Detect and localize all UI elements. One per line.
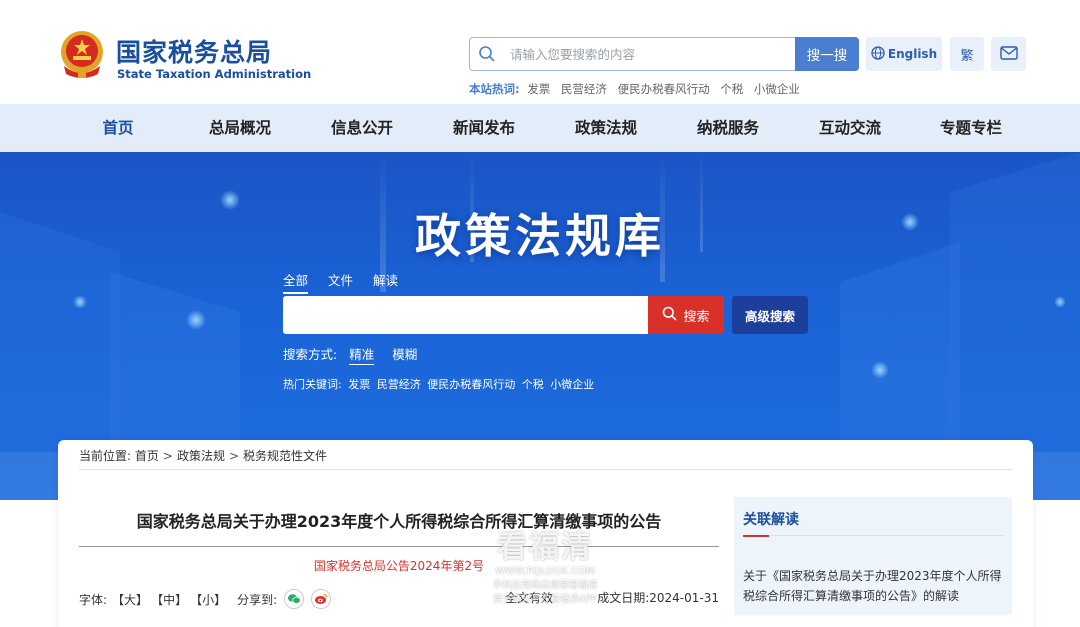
search-mode-fuzzy[interactable]: 模糊: [392, 347, 417, 364]
traditional-chinese-button[interactable]: 繁: [950, 37, 984, 71]
search-mode-label: 搜索方式:: [283, 347, 338, 362]
hot-word-link[interactable]: 个税: [720, 82, 743, 96]
site-logo-title[interactable]: 国家税务总局: [116, 33, 272, 69]
hot-keyword-link[interactable]: 民营经济: [377, 378, 421, 391]
banner-search-tabs: 全部 文件 解读: [283, 270, 414, 294]
breadcrumb-separator: >: [162, 449, 173, 463]
related-interpretation-link[interactable]: 关于《国家税务总局关于办理2023年度个人所得税综合所得汇算清缴事项的公告》的解…: [743, 566, 1005, 606]
nav-item-news[interactable]: 新闻发布: [453, 104, 515, 152]
issue-date-label: 成文日期:: [597, 591, 650, 605]
related-interpretation-title: 关联解读: [743, 512, 799, 528]
search-icon: [478, 45, 496, 63]
main-nav: 首页 总局概况 信息公开 新闻发布 政策法规 纳税服务 互动交流 专题专栏: [0, 104, 1080, 152]
globe-icon: [871, 45, 885, 63]
nav-item-info-disclosure[interactable]: 信息公开: [331, 104, 393, 152]
nav-item-interaction[interactable]: 互动交流: [819, 104, 881, 152]
english-label: English: [887, 47, 938, 61]
hot-keyword-link[interactable]: 小微企业: [550, 378, 594, 391]
hot-word-link[interactable]: 发票: [527, 82, 550, 96]
hot-keyword-link[interactable]: 便民办税春风行动: [427, 378, 515, 391]
breadcrumb: 当前位置: 首页 > 政策法规 > 税务规范性文件: [79, 447, 327, 464]
policy-search-button-label: 搜索: [683, 309, 710, 325]
site-header: 国家税务总局 State Taxation Administration 搜一搜…: [0, 0, 1080, 104]
tab-files[interactable]: 文件: [328, 270, 353, 292]
breadcrumb-label: 当前位置:: [79, 449, 132, 463]
search-mode-exact[interactable]: 精准: [349, 347, 375, 365]
advanced-search-button[interactable]: 高级搜索: [732, 296, 808, 334]
banner-title: 政策法规库: [415, 209, 665, 263]
font-size-large-button[interactable]: 【大】: [112, 591, 148, 608]
nav-item-overview[interactable]: 总局概况: [209, 104, 271, 152]
breadcrumb-separator: >: [228, 449, 240, 463]
section-accent-mark: [743, 535, 769, 537]
mail-icon: [999, 45, 1018, 64]
breadcrumb-link-home[interactable]: 首页: [135, 449, 159, 463]
policy-search-button[interactable]: 搜索: [648, 296, 724, 334]
policy-search-input[interactable]: [283, 296, 648, 334]
article-meta-row: 字体: 【大】 【中】 【小】 分享到: 全文有效 成文日期:2024-01-3…: [79, 589, 719, 609]
site-logo-subtitle: State Taxation Administration: [117, 67, 312, 81]
nav-item-home[interactable]: 首页: [102, 104, 133, 152]
english-button[interactable]: English: [866, 37, 942, 71]
article-title: 国家税务总局关于办理2023年度个人所得税综合所得汇算清缴事项的公告: [136, 512, 662, 531]
hot-words-row: 本站热词: 发票 民营经济 便民办税春风行动 个税 小微企业: [469, 81, 807, 97]
hot-keyword-link[interactable]: 个税: [522, 378, 544, 391]
hot-words-label: 本站热词:: [469, 82, 520, 96]
issue-date-value: 2024-01-31: [649, 591, 719, 605]
hot-keyword-link[interactable]: 发票: [348, 378, 370, 391]
hot-keywords-label: 热门关键词:: [283, 378, 342, 391]
breadcrumb-link-normative[interactable]: 税务规范性文件: [243, 449, 327, 463]
share-label: 分享到:: [237, 592, 278, 607]
mail-button[interactable]: [991, 37, 1026, 71]
hot-keywords-row: 热门关键词: 发票 民营经济 便民办税春风行动 个税 小微企业: [283, 376, 597, 392]
search-icon: [662, 306, 678, 325]
hot-word-link[interactable]: 民营经济: [561, 82, 607, 96]
document-number: 国家税务总局公告2024年第2号: [313, 559, 485, 573]
national-emblem-icon[interactable]: [58, 30, 106, 80]
tab-interpretation[interactable]: 解读: [373, 270, 398, 292]
tab-all[interactable]: 全部: [283, 270, 309, 294]
font-size-small-button[interactable]: 【小】: [190, 591, 226, 608]
hot-word-link[interactable]: 小微企业: [754, 82, 800, 96]
site-search-box: 搜一搜: [469, 37, 859, 71]
wechat-share-icon[interactable]: [284, 589, 305, 609]
font-size-medium-button[interactable]: 【中】: [151, 591, 187, 608]
breadcrumb-link-policy[interactable]: 政策法规: [177, 449, 225, 463]
hot-word-link[interactable]: 便民办税春风行动: [618, 82, 710, 96]
issue-date: 成文日期:2024-01-31: [597, 589, 719, 606]
nav-item-policy[interactable]: 政策法规: [575, 104, 637, 152]
weibo-share-icon[interactable]: [311, 589, 332, 609]
title-divider: [79, 546, 719, 547]
section-divider: [769, 535, 1005, 536]
font-size-label: 字体:: [79, 592, 108, 607]
validity-status: 全文有效: [505, 591, 554, 605]
nav-item-tax-service[interactable]: 纳税服务: [697, 104, 759, 152]
breadcrumb-divider: [79, 469, 1012, 470]
search-mode-row: 搜索方式: 精准 模糊: [283, 344, 417, 365]
site-search-input[interactable]: [510, 39, 790, 69]
site-search-button[interactable]: 搜一搜: [795, 37, 859, 71]
nav-item-special[interactable]: 专题专栏: [940, 104, 1002, 152]
